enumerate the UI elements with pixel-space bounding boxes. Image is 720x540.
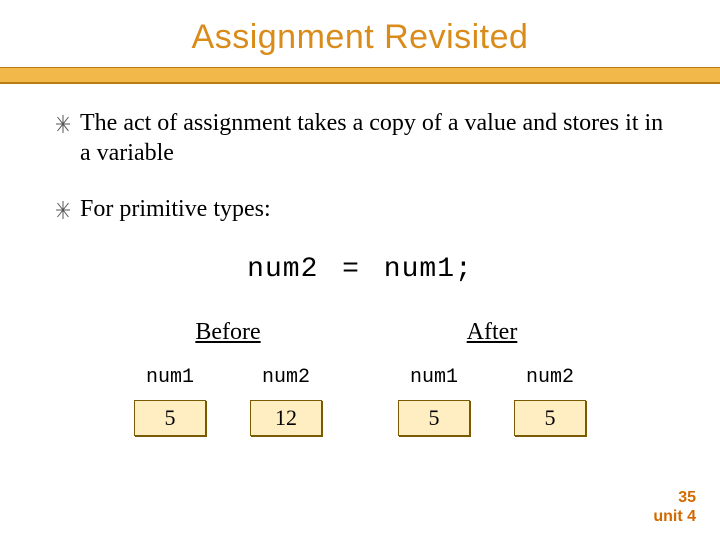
bullet-icon [56, 194, 80, 226]
diagram-after: After num1 5 num2 5 [398, 317, 586, 436]
diagram: Before num1 5 num2 12 After num1 [56, 317, 664, 436]
bullet-item: The act of assignment takes a copy of a … [56, 108, 664, 168]
after-row: num1 5 num2 5 [398, 365, 586, 436]
var-cell: num2 5 [514, 365, 586, 436]
var-box: 12 [250, 400, 322, 436]
slide-footer: 35 unit 4 [653, 488, 696, 526]
code-line: num2 = num1; [56, 252, 664, 287]
page-number: 35 [653, 488, 696, 507]
var-cell: num1 5 [134, 365, 206, 436]
bullet-icon [56, 108, 80, 140]
diagram-before: Before num1 5 num2 12 [134, 317, 322, 436]
var-cell: num1 5 [398, 365, 470, 436]
slide: Assignment Revisited The act of assignme… [0, 0, 720, 540]
bullet-text: The act of assignment takes a copy of a … [80, 108, 664, 168]
before-heading: Before [134, 317, 322, 347]
var-label: num2 [262, 365, 310, 390]
var-label: num1 [410, 365, 458, 390]
divider-band [0, 67, 720, 84]
before-row: num1 5 num2 12 [134, 365, 322, 436]
var-box: 5 [398, 400, 470, 436]
bullet-text: For primitive types: [80, 194, 664, 224]
var-label: num2 [526, 365, 574, 390]
after-heading: After [398, 317, 586, 347]
var-box: 5 [134, 400, 206, 436]
var-cell: num2 12 [250, 365, 322, 436]
var-label: num1 [146, 365, 194, 390]
slide-body: The act of assignment takes a copy of a … [0, 84, 720, 436]
var-box: 5 [514, 400, 586, 436]
unit-label: unit 4 [653, 507, 696, 526]
bullet-item: For primitive types: [56, 194, 664, 226]
slide-title: Assignment Revisited [0, 0, 720, 57]
